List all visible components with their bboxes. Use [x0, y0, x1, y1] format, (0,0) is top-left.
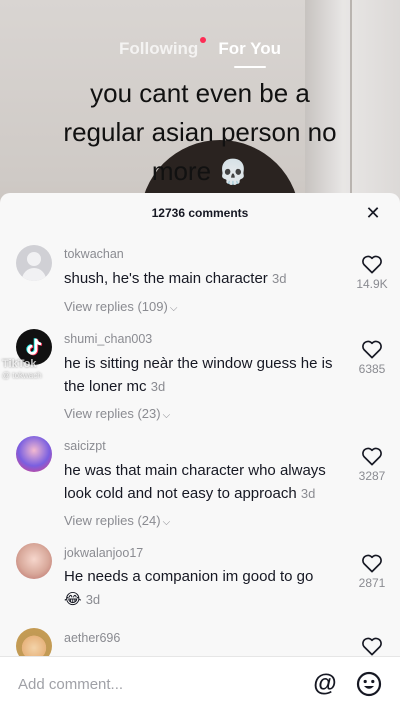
comment-item: shumi_chan003 he is sitting neàr the win…: [0, 327, 400, 427]
comment-username[interactable]: aether696: [64, 631, 120, 645]
video-caption: you cant even be a regular asian person …: [0, 74, 400, 192]
heart-icon: [362, 637, 382, 656]
comment-username[interactable]: jokwalanjoo17: [64, 546, 143, 560]
laughing-emoji-icon: 😂: [64, 591, 82, 608]
emoji-icon[interactable]: [354, 669, 384, 699]
top-nav: Following For You: [0, 34, 400, 64]
comments-header: 12736 comments ✕: [0, 193, 400, 233]
view-replies-label: View replies (109): [64, 299, 168, 314]
comment-body: shush, he's the main character: [64, 270, 268, 287]
comment-username[interactable]: tokwachan: [64, 247, 124, 261]
comment-text: he was that main character who always lo…: [64, 459, 349, 505]
comment-time: 3d: [300, 486, 316, 501]
comments-count-title: 12736 comments: [151, 206, 249, 220]
view-replies-button[interactable]: View replies (24) ⌵: [64, 513, 170, 528]
at-icon[interactable]: @: [310, 669, 340, 699]
comment-item: jokwalanjoo17 He needs a companion im go…: [0, 541, 400, 621]
tiktok-watermark: TikTok @ tokwach: [2, 359, 42, 381]
comment-body: he was that main character who always lo…: [64, 462, 326, 502]
heart-icon: [362, 340, 382, 359]
chevron-down-icon: ⌵: [169, 303, 178, 314]
like-button[interactable]: 2871: [354, 553, 390, 590]
comment-body: He needs a companion im good to go: [64, 568, 314, 585]
heart-icon: [362, 447, 382, 466]
tab-for-you[interactable]: For You: [218, 39, 281, 59]
like-button[interactable]: 6385: [354, 339, 390, 376]
like-count: 6385: [358, 362, 386, 376]
comment-text: He needs a companion im good to go 😂 3d: [64, 565, 349, 611]
avatar[interactable]: [16, 436, 52, 472]
view-replies-button[interactable]: View replies (23) ⌵: [64, 406, 170, 421]
like-count: 14.9K: [356, 277, 388, 291]
comment-username[interactable]: shumi_chan003: [64, 332, 152, 346]
skull-icon: 💀: [218, 159, 249, 186]
comment-time: 3d: [150, 379, 166, 394]
avatar[interactable]: [16, 245, 52, 281]
view-replies-button[interactable]: View replies (109) ⌵: [64, 299, 177, 314]
tab-following[interactable]: Following: [119, 37, 207, 59]
like-button[interactable]: 14.9K: [354, 254, 390, 291]
caption-line-text: more: [151, 156, 212, 186]
caption-line: regular asian person no: [63, 117, 337, 147]
chevron-down-icon: ⌵: [162, 410, 171, 421]
like-button[interactable]: [354, 636, 390, 656]
comment-username[interactable]: saicizpt: [64, 439, 106, 453]
comment-text: shush, he's the main character 3d: [64, 267, 349, 290]
like-count: 2871: [358, 576, 386, 590]
comment-body: he is sitting neàr the window guess he i…: [64, 355, 333, 395]
heart-icon: [362, 255, 382, 274]
caption-line: you cant even be a: [90, 78, 310, 108]
comment-input-bar: @: [0, 656, 400, 711]
chevron-down-icon: ⌵: [162, 517, 171, 528]
comments-sheet: 12736 comments ✕ tokwachan shush, he's t…: [0, 193, 400, 711]
like-count: 3287: [358, 469, 386, 483]
tab-following-label: Following: [119, 39, 199, 58]
tiktok-logo-icon: [26, 338, 43, 356]
view-replies-label: View replies (24): [64, 513, 161, 528]
tab-for-you-label: For You: [218, 39, 281, 58]
heart-icon: [362, 554, 382, 573]
close-icon[interactable]: ✕: [364, 204, 382, 222]
comment-time: 3d: [85, 592, 101, 607]
smiley-icon: [356, 671, 382, 697]
comment-text: he is sitting neàr the window guess he i…: [64, 352, 349, 398]
comment-item: saicizpt he was that main character who …: [0, 434, 400, 534]
comment-time: 3d: [271, 271, 287, 286]
like-button[interactable]: 3287: [354, 446, 390, 483]
add-comment-input[interactable]: [18, 675, 310, 693]
watermark-brand: TikTok: [2, 358, 37, 370]
view-replies-label: View replies (23): [64, 406, 161, 421]
comment-item: tokwachan shush, he's the main character…: [0, 241, 400, 321]
caption-line: more 💀: [0, 152, 400, 192]
notification-dot: [200, 37, 207, 43]
watermark-handle: @ tokwach: [2, 371, 42, 380]
avatar[interactable]: [16, 543, 52, 579]
